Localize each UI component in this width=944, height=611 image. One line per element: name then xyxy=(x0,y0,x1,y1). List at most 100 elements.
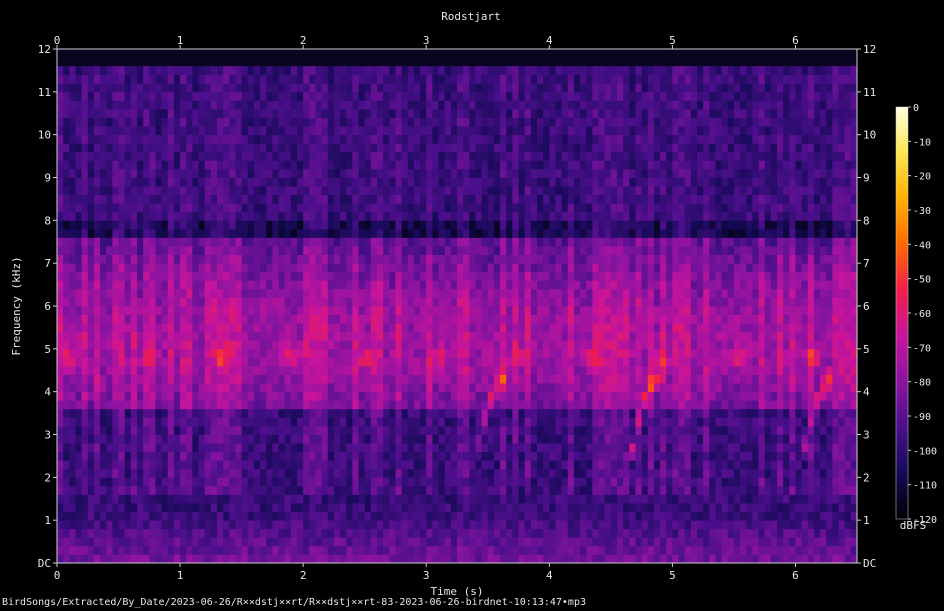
spectrogram-cell xyxy=(192,468,199,478)
spectrogram-cell xyxy=(100,494,107,504)
spectrogram-cell xyxy=(63,417,70,427)
spectrogram-cell xyxy=(580,400,587,410)
spectrogram-cell xyxy=(161,323,169,333)
spectrogram-cell xyxy=(383,263,390,273)
spectrogram-cell xyxy=(506,160,513,170)
spectrogram-cell xyxy=(475,383,483,393)
spectrogram-cell xyxy=(444,537,452,547)
spectrogram-cell xyxy=(512,246,519,255)
spectrogram-cell xyxy=(370,451,378,461)
spectrogram-cell xyxy=(358,554,366,564)
spectrogram-cell xyxy=(512,340,519,350)
spectrogram-cell xyxy=(235,160,243,170)
spectrogram-cell xyxy=(93,254,101,264)
spectrogram-cell xyxy=(450,194,458,204)
spectrogram-cell xyxy=(407,528,415,538)
spectrogram-cell xyxy=(93,143,101,153)
spectrogram-cell xyxy=(487,220,495,230)
spectrogram-cell xyxy=(309,91,316,101)
spectrogram-cell xyxy=(253,460,261,470)
spectrogram-cell xyxy=(149,74,156,84)
spectrogram-cell xyxy=(180,134,187,144)
spectrogram-cell xyxy=(327,545,335,555)
spectrogram-cell xyxy=(358,511,366,521)
spectrogram-cell xyxy=(87,391,95,401)
spectrogram-cell xyxy=(432,117,439,127)
spectrogram-cell xyxy=(389,151,396,161)
spectrogram-cell xyxy=(167,271,175,281)
spectrogram-cell xyxy=(377,425,384,435)
spectrogram-cell xyxy=(512,263,519,273)
spectrogram-cell xyxy=(167,237,175,247)
spectrogram-cell xyxy=(383,306,390,315)
spectrogram-cell xyxy=(469,108,476,118)
spectrogram-cell xyxy=(438,365,446,375)
spectrogram-cell xyxy=(303,306,310,315)
spectrogram-cell xyxy=(549,485,556,495)
spectrogram-cell xyxy=(130,314,138,324)
spectrogram-cell xyxy=(272,417,279,427)
spectrogram-cell xyxy=(327,134,335,144)
spectrogram-cell xyxy=(229,160,236,170)
spectrogram-cell xyxy=(358,460,366,470)
spectrogram-cell xyxy=(210,151,218,161)
spectrogram-cell xyxy=(100,74,107,84)
spectrogram-cell xyxy=(272,211,279,221)
spectrogram-cell xyxy=(87,520,95,530)
spectrogram-cell xyxy=(426,108,433,118)
spectrogram-cell xyxy=(377,383,384,393)
spectrogram-cell xyxy=(407,545,415,555)
spectrogram-cell xyxy=(432,220,439,230)
spectrogram-cell xyxy=(223,108,230,118)
spectrogram-cell xyxy=(180,554,187,564)
spectrogram-cell xyxy=(401,460,409,470)
spectrogram-cell xyxy=(377,271,384,281)
spectrogram-cell xyxy=(432,297,439,307)
spectrogram-cell xyxy=(198,91,206,101)
spectrogram-cell xyxy=(543,246,550,255)
spectrogram-cell xyxy=(297,271,304,281)
spectrogram-cell xyxy=(407,117,415,127)
spectrogram-cell xyxy=(500,417,507,427)
spectrogram-cell xyxy=(278,186,286,196)
spectrogram-cell xyxy=(450,83,458,93)
spectrogram-cell xyxy=(235,100,243,110)
spectrogram-cell xyxy=(346,288,353,298)
spectrogram-cell xyxy=(580,485,587,495)
spectrogram-cell xyxy=(524,211,532,221)
spectrogram-cell xyxy=(204,400,212,410)
spectrogram-cell xyxy=(518,503,526,512)
spectrogram-cell xyxy=(253,228,261,238)
spectrogram-cell xyxy=(457,477,464,487)
spectrogram-cell xyxy=(426,228,433,238)
spectrogram-cell xyxy=(63,537,70,547)
spectrogram-cell xyxy=(524,246,532,255)
spectrogram-cell xyxy=(506,391,513,401)
spectrogram-cell xyxy=(518,134,526,144)
spectrogram-cell xyxy=(333,383,341,393)
spectrogram-cell xyxy=(512,306,519,315)
spectrogram-cell xyxy=(198,417,206,427)
spectrogram-cell xyxy=(383,400,390,410)
spectrogram-cell xyxy=(364,297,372,307)
spectrogram-cell xyxy=(284,228,292,238)
spectrogram-cell xyxy=(124,186,132,196)
spectrogram-cell xyxy=(506,288,513,298)
spectrogram-cell xyxy=(346,528,353,538)
spectrogram-cell xyxy=(155,263,163,273)
spectrogram-cell xyxy=(87,194,95,204)
spectrogram-cell xyxy=(186,391,193,401)
spectrogram-cell xyxy=(229,117,236,127)
spectrogram-cell xyxy=(377,280,384,290)
spectrogram-cell xyxy=(549,537,556,547)
spectrogram-cell xyxy=(457,314,464,324)
spectrogram-cell xyxy=(358,485,366,495)
spectrogram-cell xyxy=(149,408,156,418)
spectrogram-cell xyxy=(567,365,575,375)
spectrogram-cell xyxy=(229,83,236,93)
spectrogram-cell xyxy=(549,228,556,238)
spectrogram-cell xyxy=(395,306,403,315)
spectrogram-cell xyxy=(272,365,279,375)
spectrogram-cell xyxy=(100,66,107,76)
spectrogram-cell xyxy=(223,460,230,470)
